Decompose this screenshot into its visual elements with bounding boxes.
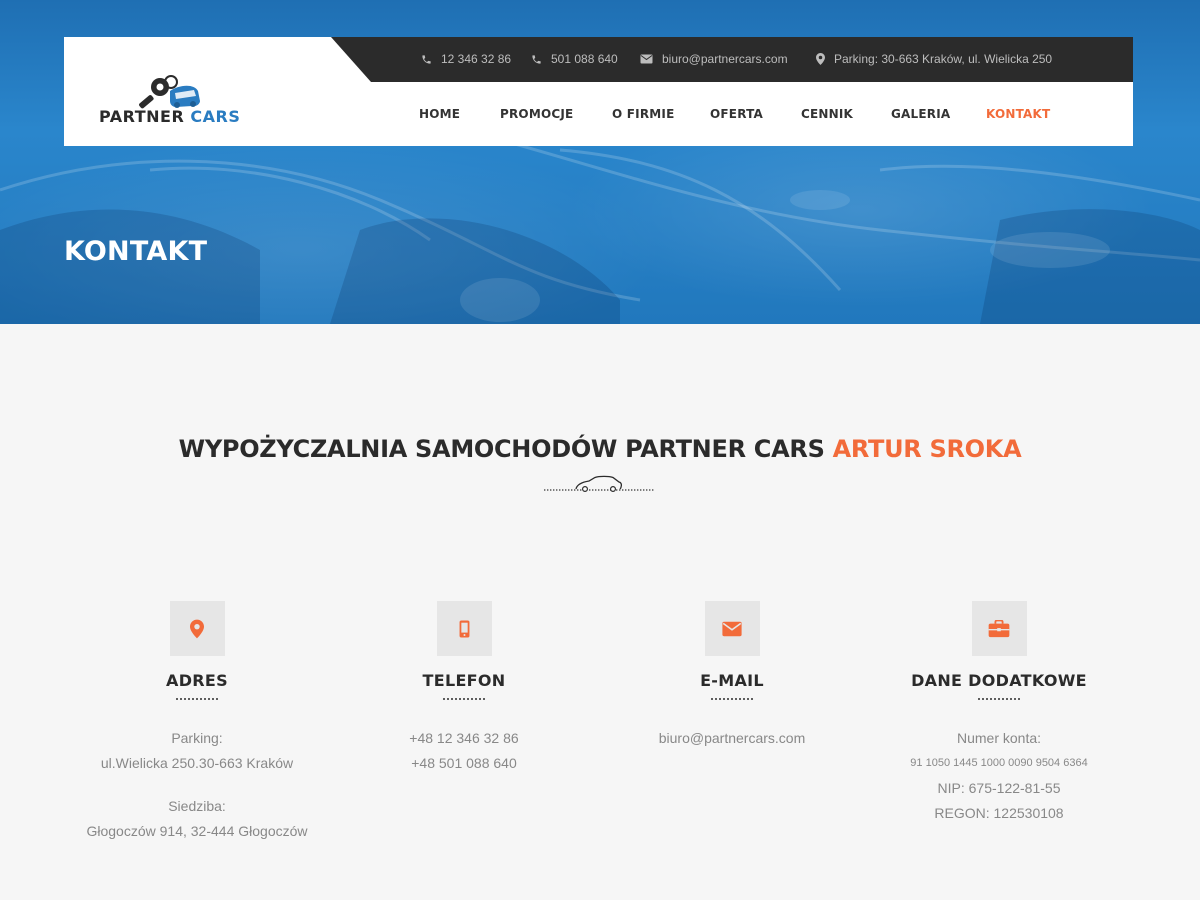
card-title: TELEFON: [422, 671, 506, 690]
card-icon-box: [436, 601, 492, 656]
card-title-underline: [175, 698, 219, 700]
contact-section: WYPOŻYCZALNIA SAMOCHODÓW PARTNER CARS AR…: [0, 324, 1200, 900]
nip-value: NIP: 675-122-81-55: [937, 780, 1061, 796]
card-text: Numer konta: 91 1050 1445 1000 0090 9504…: [864, 726, 1134, 826]
card-icon-box: [169, 601, 225, 656]
contact-topbar: 12 346 32 86 501 088 640 biuro@partnerca…: [331, 37, 1133, 82]
phone-icon: [532, 54, 541, 64]
regon-value: REGON: 122530108: [934, 805, 1064, 821]
logo-word-partner: PARTNER: [99, 107, 185, 126]
email-link[interactable]: biuro@partnercars.com: [597, 726, 867, 751]
card-title-underline: [710, 698, 754, 700]
card-icon-box: [971, 601, 1027, 656]
topbar-address-text: Parking: 30-663 Kraków, ul. Wielicka 250: [834, 52, 1053, 66]
page-title: KONTAKT: [64, 236, 208, 267]
account-number-label: Numer konta:: [956, 730, 1042, 746]
nav-item-promocje[interactable]: PROMOCJE: [500, 107, 573, 121]
topbar-phone2[interactable]: 501 088 640: [531, 52, 618, 66]
nav-item-kontakt[interactable]: KONTAKT: [986, 107, 1050, 121]
card-text: biuro@partnercars.com: [597, 726, 867, 751]
nav-item-home[interactable]: HOME: [419, 107, 460, 121]
section-title-accent: ARTUR SROKA: [832, 435, 1022, 463]
briefcase-icon: [988, 619, 1010, 637]
nav-item-galeria[interactable]: GALERIA: [891, 107, 950, 121]
topbar-address: Parking: 30-663 Kraków, ul. Wielicka 250: [816, 52, 1052, 66]
card-title: DANE DODATKOWE: [911, 671, 1087, 690]
logo-text[interactable]: PARTNER CARS: [99, 107, 240, 126]
card-icon-box: [704, 601, 760, 656]
card-title-underline: [977, 698, 1021, 700]
contact-card-email: E-MAIL biuro@partnercars.com: [597, 601, 867, 751]
logo-word-cars: CARS: [190, 107, 241, 126]
address-parking-value: ul.Wielicka 250.30-663 Kraków: [100, 755, 294, 771]
card-text: Parking: ul.Wielicka 250.30-663 Kraków S…: [62, 726, 332, 844]
map-pin-icon: [190, 619, 204, 638]
car-divider-icon: [544, 475, 654, 492]
topbar-phone1-text: 12 346 32 86: [441, 52, 512, 66]
address-seat-label: Siedziba:: [168, 798, 226, 814]
phone-icon: [422, 54, 431, 64]
topbar-phone1[interactable]: 12 346 32 86: [421, 52, 511, 66]
contact-card-phone: TELEFON +48 12 346 32 86 +48 501 088 640: [329, 601, 599, 776]
envelope-icon: [722, 621, 742, 636]
contact-card-extra-data: DANE DODATKOWE Numer konta: 91 1050 1445…: [864, 601, 1134, 826]
site-header: 12 346 32 86 501 088 640 biuro@partnerca…: [64, 37, 1133, 146]
topbar-email-text: biuro@partnercars.com: [662, 52, 788, 66]
topbar-email[interactable]: biuro@partnercars.com: [640, 52, 788, 66]
card-title-underline: [442, 698, 486, 700]
address-parking-label: Parking:: [171, 730, 223, 746]
nav-item-oferta[interactable]: OFERTA: [710, 107, 763, 121]
map-pin-icon: [816, 53, 825, 65]
phone-link-1[interactable]: +48 12 346 32 86: [329, 726, 599, 751]
contact-card-address: ADRES Parking: ul.Wielicka 250.30-663 Kr…: [62, 601, 332, 844]
envelope-icon: [640, 54, 653, 64]
section-title: WYPOŻYCZALNIA SAMOCHODÓW PARTNER CARS AR…: [0, 435, 1200, 463]
phone-link-2[interactable]: +48 501 088 640: [329, 751, 599, 776]
card-text: +48 12 346 32 86 +48 501 088 640: [329, 726, 599, 776]
account-number-value: 91 1050 1445 1000 0090 9504 6364: [910, 757, 1088, 769]
mobile-phone-icon: [459, 619, 469, 638]
card-title: E-MAIL: [700, 671, 764, 690]
topbar-phone2-text: 501 088 640: [551, 52, 618, 66]
nav-item-cennik[interactable]: CENNIK: [801, 107, 853, 121]
address-seat-value: Głogoczów 914, 32-444 Głogoczów: [86, 823, 308, 839]
nav-item-o-firmie[interactable]: O FIRMIE: [612, 107, 675, 121]
card-title: ADRES: [166, 671, 228, 690]
section-title-main: WYPOŻYCZALNIA SAMOCHODÓW PARTNER CARS: [178, 435, 825, 463]
